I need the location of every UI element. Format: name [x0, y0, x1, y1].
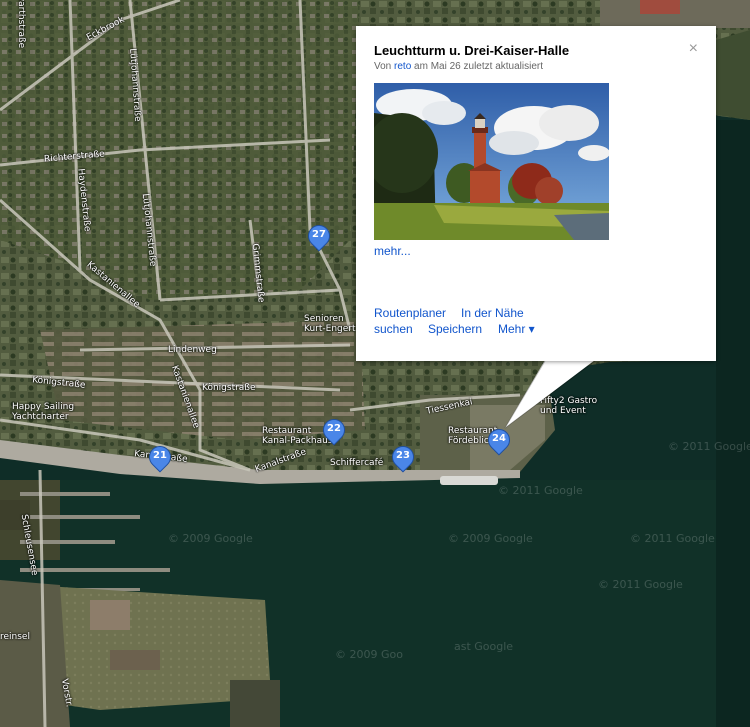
lighthouse-photo-image	[374, 83, 609, 240]
map-copyright: © 2011 Google	[630, 532, 715, 545]
map-copyright: © 2009 Google	[448, 532, 533, 545]
map-pin-icon[interactable]: 23	[387, 441, 419, 476]
subtitle-suffix: am Mai 26 zuletzt aktualisiert	[414, 61, 543, 72]
street-label-lindenweg: Lindenweg	[168, 345, 217, 355]
marker-number: 24	[492, 433, 506, 444]
poi-label-schiffercafe: Schiffercafé	[330, 458, 384, 468]
street-label-reinsel: reinsel	[0, 632, 30, 642]
route-planner-link[interactable]: Routenplaner	[374, 306, 446, 320]
map-pin-icon[interactable]: 27	[303, 220, 335, 255]
map-copyright: © 2011 Google	[598, 578, 683, 591]
map-copyright: © 2009 Google	[168, 532, 253, 545]
more-menu-link[interactable]: Mehr ▾	[498, 322, 535, 336]
subtitle-prefix: Von	[374, 61, 392, 72]
nearby-link-continued[interactable]: suchen	[374, 322, 413, 336]
more-link[interactable]: mehr...	[374, 244, 411, 258]
marker-number: 27	[312, 229, 326, 240]
map-pin-icon[interactable]: 24	[483, 424, 515, 459]
map-copyright: ast Google	[454, 640, 514, 653]
poi-label-senioren: Senioren Kurt-Engert	[304, 314, 356, 334]
map-copyright: © 2011 Google	[498, 484, 583, 497]
save-link[interactable]: Speichern	[428, 322, 482, 336]
nearby-link[interactable]: In der Nähe	[461, 306, 524, 320]
street-label-warthstrasse: warthstraße	[16, 0, 27, 49]
street-label-koenigstrasse-2: Königstraße	[202, 383, 256, 393]
map-pin-icon[interactable]: 22	[318, 414, 350, 449]
info-window: Leuchtturm u. Drei-Kaiser-Halle Von reto…	[356, 26, 716, 361]
info-window-subtitle: Von reto am Mai 26 zuletzt aktualisiert	[374, 61, 543, 72]
lighthouse-photo[interactable]	[374, 83, 609, 240]
map-pin-icon[interactable]: 21	[144, 441, 176, 476]
poi-label-happy-sailing: Happy Sailing Yachtcharter	[12, 402, 75, 422]
marker-number: 23	[396, 450, 410, 461]
marker-number: 21	[153, 450, 167, 461]
map-copyright: © 2011 Google	[668, 440, 750, 453]
close-icon[interactable]: ×	[689, 40, 698, 58]
info-window-title: Leuchtturm u. Drei-Kaiser-Halle	[374, 43, 570, 58]
poi-label-fifty2: Fifty2 Gastro und Event	[540, 396, 598, 416]
map-copyright: © 2009 Goo	[335, 648, 403, 661]
marker-number: 22	[327, 423, 341, 434]
author-link[interactable]: reto	[394, 61, 411, 72]
